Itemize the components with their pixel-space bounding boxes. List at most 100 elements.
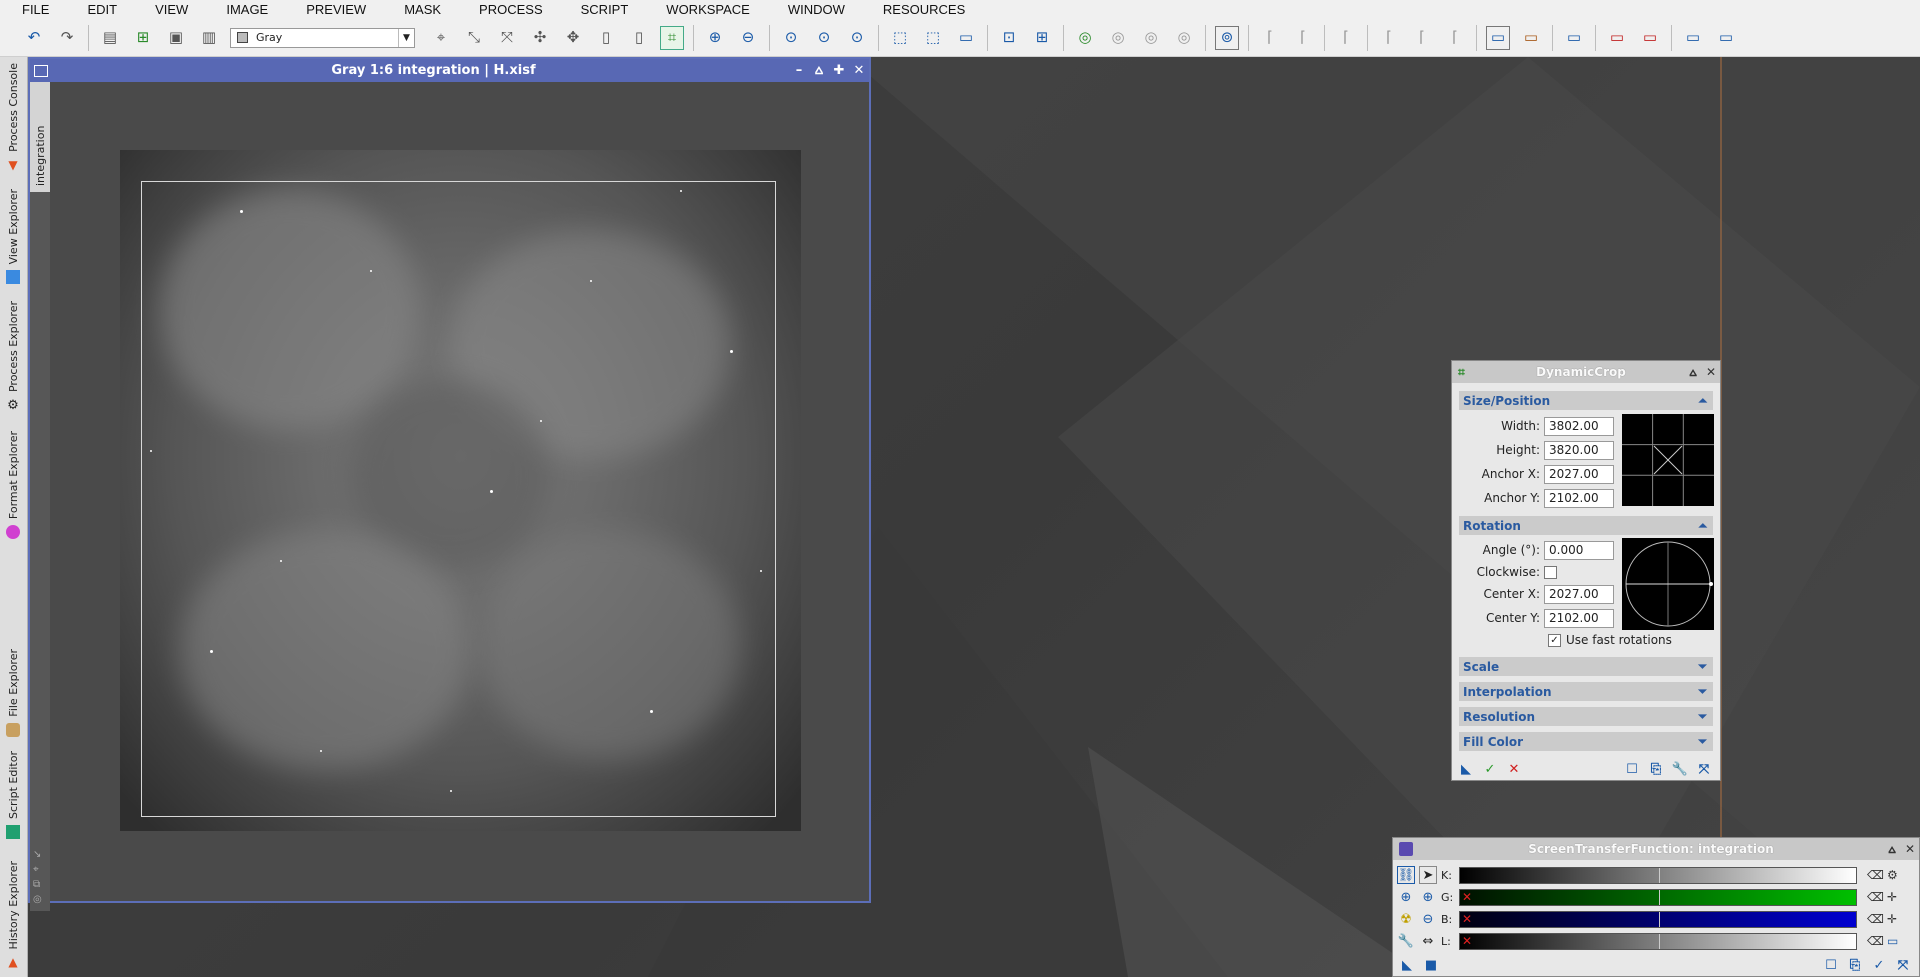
anchor-x-field[interactable]: 2027.00 bbox=[1544, 464, 1614, 484]
chevron-down-icon[interactable]: ⏷ bbox=[1698, 660, 1707, 674]
menu-edit[interactable]: EDIT bbox=[61, 2, 129, 17]
window-menu-icon[interactable] bbox=[34, 64, 48, 77]
preview-mode-icon[interactable]: ⊚ bbox=[1215, 25, 1239, 50]
image-window-titlebar[interactable]: Gray 1:6 integration | H.xisf – ⩟ ✚ ✕ bbox=[30, 59, 869, 82]
fast-rotations-checkbox[interactable]: ✓ bbox=[1548, 633, 1561, 647]
resolution-section-header[interactable]: Resolution ⏷ bbox=[1459, 707, 1713, 726]
zoom-out-icon[interactable]: ⊖ bbox=[736, 26, 760, 50]
chevron-up-icon[interactable]: ⏶ bbox=[1698, 519, 1707, 533]
menu-script[interactable]: SCRIPT bbox=[555, 2, 641, 17]
shrink-icon[interactable]: ⤡ bbox=[462, 26, 486, 50]
dock-tab-history-explorer[interactable]: History Explorer ▲ bbox=[2, 857, 24, 969]
monitor-icon[interactable]: ▭ bbox=[1887, 934, 1903, 948]
browse-docs-icon[interactable]: ☐ bbox=[1624, 761, 1640, 777]
close-all-icon[interactable]: ▭ bbox=[1638, 26, 1662, 50]
preview-a-icon[interactable]: ◎ bbox=[1139, 26, 1163, 50]
zoom-in-icon[interactable]: ⊕ bbox=[703, 26, 727, 50]
apply-global-icon[interactable]: ■ bbox=[1423, 957, 1439, 973]
midtones-marker[interactable] bbox=[1659, 933, 1660, 949]
redo-icon[interactable]: ↷ bbox=[55, 26, 79, 50]
dock-tab-process-console[interactable]: Process Console ▼ bbox=[2, 59, 24, 172]
apply-icon[interactable]: ✓ bbox=[1871, 957, 1887, 973]
new-window-icon[interactable]: ⊞ bbox=[131, 26, 155, 50]
mask-icon-4[interactable]: ⌈ bbox=[1377, 26, 1401, 50]
menu-file[interactable]: FILE bbox=[0, 2, 61, 17]
zoom-2-icon[interactable]: ⊙ bbox=[812, 26, 836, 50]
pointer-icon[interactable]: ➤ bbox=[1419, 866, 1437, 884]
fit-window-icon[interactable]: ⊡ bbox=[997, 26, 1021, 50]
page2-icon[interactable]: ▯ bbox=[627, 26, 651, 50]
track-view-icon[interactable]: ▭ bbox=[1562, 26, 1586, 50]
expand-icon[interactable]: ✣ bbox=[528, 26, 552, 50]
frame-icon[interactable]: ▭ bbox=[954, 26, 978, 50]
reset-channel-icon[interactable]: ⌫ bbox=[1867, 890, 1884, 904]
crop-icon[interactable]: ⌗ bbox=[660, 25, 684, 50]
mask-icon-2[interactable]: ⌈ bbox=[1291, 26, 1315, 50]
maximize-icon[interactable]: ✚ bbox=[829, 63, 849, 78]
crosshair-icon[interactable]: ⌖ bbox=[429, 26, 453, 50]
zoom-in-icon[interactable]: ⊕ bbox=[1397, 888, 1415, 906]
menu-image[interactable]: IMAGE bbox=[200, 2, 280, 17]
rotation-dial-widget[interactable] bbox=[1622, 538, 1714, 630]
anchor-grid-widget[interactable] bbox=[1622, 414, 1714, 506]
select-preview-icon[interactable]: ⬚ bbox=[888, 26, 912, 50]
dock-tab-view-explorer[interactable]: View Explorer bbox=[2, 185, 24, 285]
new-image-icon[interactable]: ▤ bbox=[98, 26, 122, 50]
shade-icon[interactable]: ⩟ bbox=[1684, 365, 1702, 380]
execute-icon[interactable]: ✓ bbox=[1482, 761, 1498, 777]
track-view-icon[interactable]: ⎘ bbox=[1847, 957, 1863, 973]
select-all-icon[interactable]: ⬚ bbox=[921, 26, 945, 50]
new-preview-icon[interactable]: ◎ bbox=[1073, 26, 1097, 50]
image-window-icon[interactable]: ▣ bbox=[164, 26, 188, 50]
width-field[interactable]: 3802.00 bbox=[1544, 416, 1614, 436]
chevron-down-icon[interactable]: ⏷ bbox=[1698, 685, 1707, 699]
scale-section-header[interactable]: Scale ⏷ bbox=[1459, 657, 1713, 676]
plus-icon[interactable]: ✛ bbox=[1887, 912, 1903, 926]
zoom-fit-icon[interactable]: ⊙ bbox=[845, 26, 869, 50]
anchor-y-field[interactable]: 2102.00 bbox=[1544, 488, 1614, 508]
height-field[interactable]: 3820.00 bbox=[1544, 440, 1614, 460]
interpolation-section-header[interactable]: Interpolation ⏷ bbox=[1459, 682, 1713, 701]
radiation-icon[interactable]: ☢ bbox=[1397, 910, 1415, 928]
menu-window[interactable]: WINDOW bbox=[762, 2, 857, 17]
size-position-section-header[interactable]: Size/Position ⏶ bbox=[1459, 391, 1713, 410]
angle-field[interactable]: 0.000 bbox=[1544, 540, 1614, 560]
mask-icon-1[interactable]: ⌈ bbox=[1258, 26, 1282, 50]
mask-icon-6[interactable]: ⌈ bbox=[1443, 26, 1467, 50]
browse-docs-icon[interactable]: ☐ bbox=[1823, 957, 1839, 973]
close-icon[interactable]: ✕ bbox=[849, 63, 869, 78]
reset-channel-icon[interactable]: ⌫ bbox=[1867, 912, 1884, 926]
preferences-icon[interactable]: 🔧 bbox=[1672, 761, 1688, 777]
target-icon[interactable]: ◎ bbox=[33, 894, 42, 905]
minimize-icon[interactable]: – bbox=[789, 63, 809, 78]
plus-icon[interactable]: ✛ bbox=[1887, 890, 1903, 904]
link-channels-icon[interactable]: ⛓ bbox=[1397, 866, 1415, 884]
new-instance-icon[interactable]: ◣ bbox=[1399, 957, 1415, 973]
stf-titlebar[interactable]: ScreenTransferFunction: integration ⩟ ✕ bbox=[1393, 838, 1919, 860]
view-select[interactable]: Gray ▼ bbox=[230, 27, 415, 48]
menu-mask[interactable]: MASK bbox=[378, 2, 453, 17]
zoom-plus-icon[interactable]: ⊕ bbox=[1419, 888, 1437, 906]
page-icon[interactable]: ▯ bbox=[594, 26, 618, 50]
zoom-out-icon[interactable]: ⊖ bbox=[1419, 910, 1437, 928]
move-icon[interactable]: ✥ bbox=[561, 26, 585, 50]
center-y-field[interactable]: 2102.00 bbox=[1544, 608, 1614, 628]
reset-icon[interactable]: ⤧ bbox=[1696, 761, 1712, 777]
image-window[interactable]: Gray 1:6 integration | H.xisf – ⩟ ✚ ✕ in… bbox=[28, 57, 871, 911]
cancel-icon[interactable]: ✕ bbox=[1506, 761, 1522, 777]
dock-tab-file-explorer[interactable]: File Explorer bbox=[2, 645, 24, 737]
image-props-icon[interactable]: ▥ bbox=[197, 26, 221, 50]
menu-resources[interactable]: RESOURCES bbox=[857, 2, 977, 17]
dock-tab-format-explorer[interactable]: Format Explorer bbox=[2, 427, 24, 540]
stf-icon[interactable]: ▭ bbox=[1519, 26, 1543, 50]
wrench-icon[interactable]: 🔧 bbox=[1397, 932, 1415, 950]
crop-rectangle[interactable] bbox=[141, 181, 776, 817]
stf-slider-l[interactable]: ✕ bbox=[1459, 932, 1857, 950]
track-view-icon[interactable]: ⎘ bbox=[1648, 761, 1664, 777]
dock-tab-process-explorer[interactable]: Process Explorer ⚙ bbox=[2, 297, 24, 413]
midtones-marker[interactable] bbox=[1659, 911, 1660, 927]
undo-icon[interactable]: ↶ bbox=[22, 26, 46, 50]
chevron-down-icon[interactable]: ▼ bbox=[398, 28, 414, 47]
cross-icon[interactable]: ⌖ bbox=[33, 864, 42, 875]
mask-icon-3[interactable]: ⌈ bbox=[1334, 26, 1358, 50]
